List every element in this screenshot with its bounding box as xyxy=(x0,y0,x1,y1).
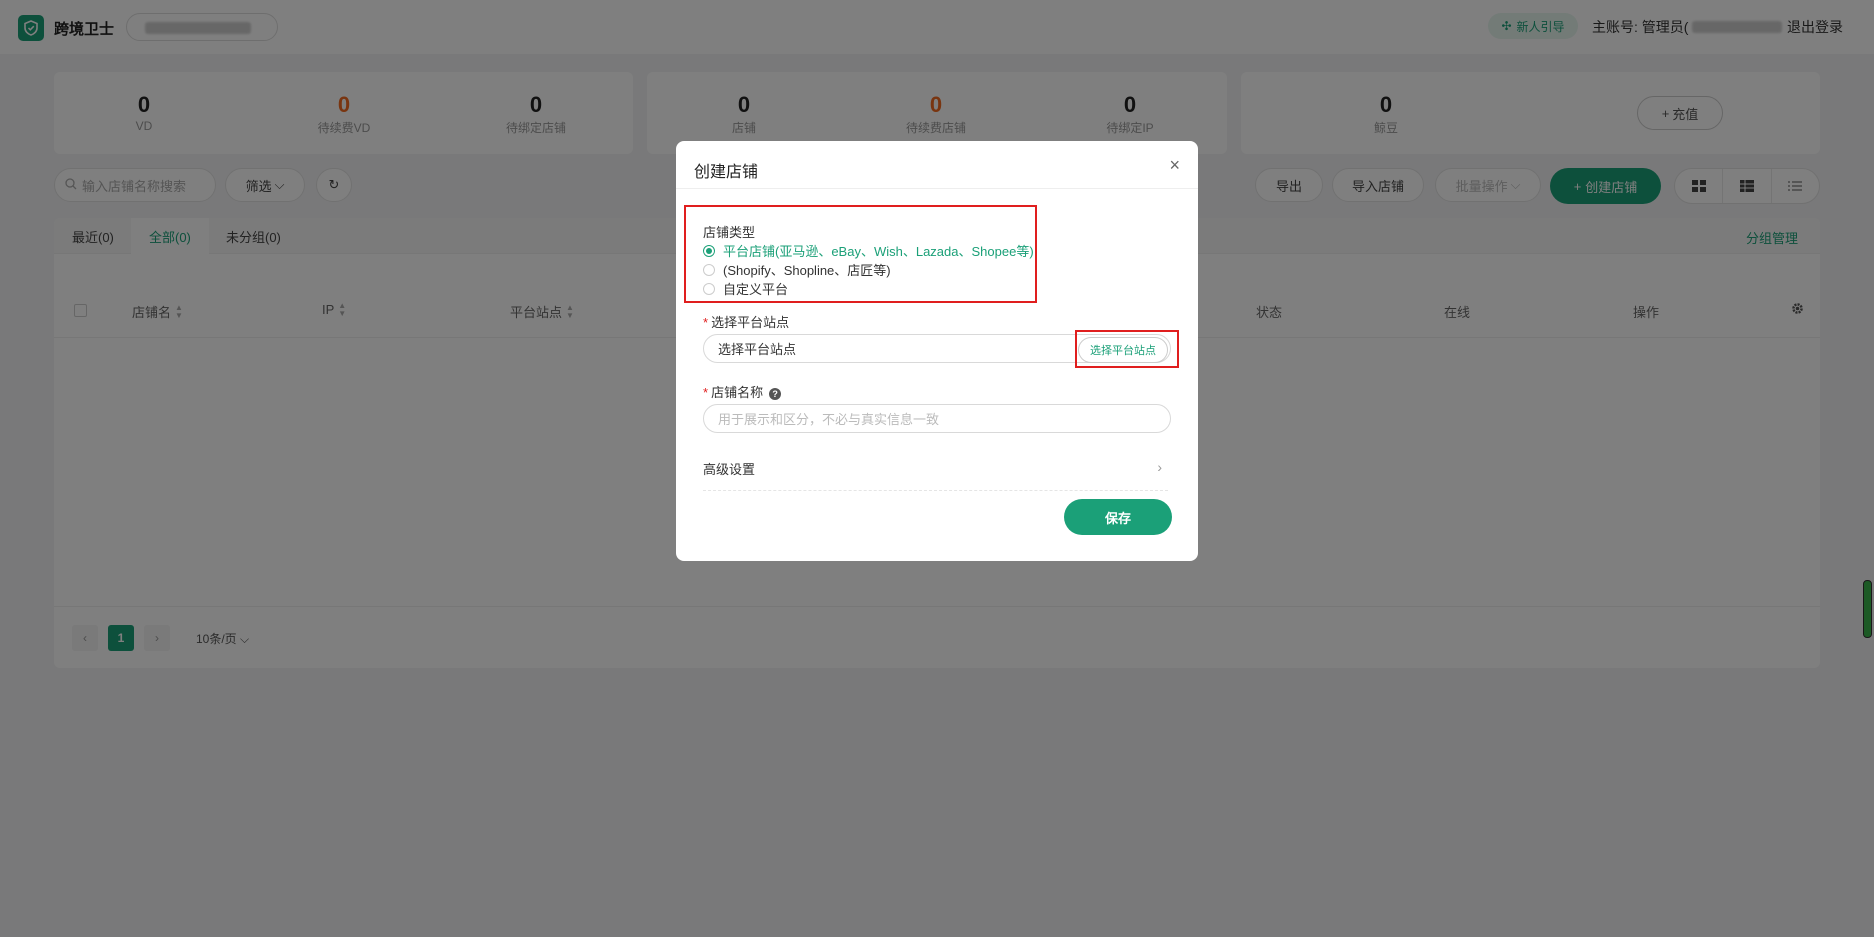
radio-unchecked-icon xyxy=(703,263,715,276)
radio-checked-icon xyxy=(703,244,715,257)
help-icon[interactable]: ? xyxy=(769,387,782,400)
store-type-label: 店铺类型 xyxy=(703,225,756,240)
store-name-input[interactable]: 用于展示和区分，不必与真实信息一致 xyxy=(703,404,1171,433)
store-name-label: * 店铺名称? xyxy=(703,382,782,401)
choose-site-button[interactable]: 选择平台站点 xyxy=(1078,337,1168,363)
save-button[interactable]: 保存 xyxy=(1064,499,1172,535)
radio-custom-platform[interactable]: 自定义平台 xyxy=(703,279,788,298)
radio-independent-store[interactable]: (Shopify、Shopline、店匠等) xyxy=(703,260,891,279)
close-icon[interactable]: × xyxy=(1169,155,1180,176)
radio-unchecked-icon xyxy=(703,282,715,295)
create-store-dialog: 创建店铺 × 店铺类型 平台店铺(亚马逊、eBay、Wish、Lazada、Sh… xyxy=(676,141,1198,561)
dialog-header: 创建店铺 × xyxy=(676,141,1198,189)
site-field-label: * 选择平台站点 xyxy=(703,315,790,330)
radio-platform-store[interactable]: 平台店铺(亚马逊、eBay、Wish、Lazada、Shopee等) xyxy=(703,241,1034,260)
chevron-right-icon: › xyxy=(1157,459,1162,475)
advanced-settings-toggle[interactable]: 高级设置 › xyxy=(703,459,1168,491)
dialog-title: 创建店铺 xyxy=(694,164,759,181)
